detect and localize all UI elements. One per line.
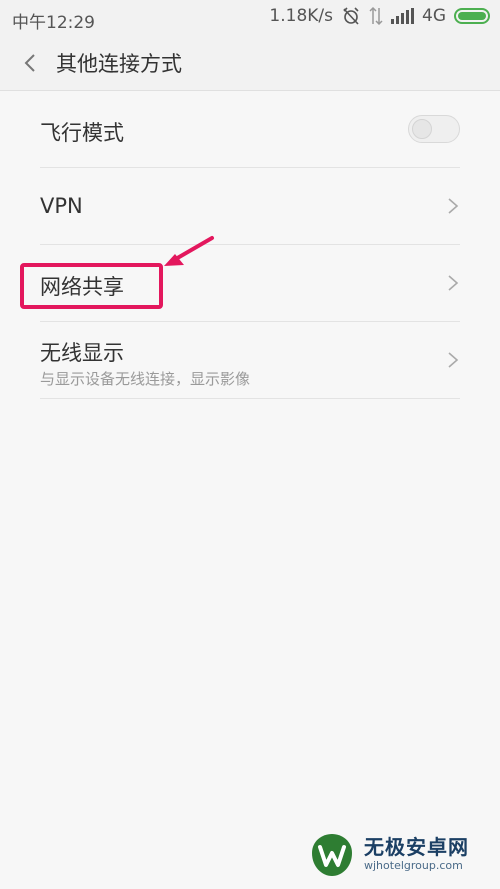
- watermark-url: wjhotelgroup.com: [364, 859, 463, 872]
- list-item-wireless-display[interactable]: 无线显示 与显示设备无线连接，显示影像: [40, 322, 460, 399]
- airplane-mode-toggle[interactable]: [408, 115, 460, 143]
- chevron-right-icon: [448, 198, 459, 214]
- alarm-off-icon: [343, 7, 359, 25]
- list-item-airplane-mode[interactable]: 飞行模式: [40, 91, 460, 168]
- page-title: 其他连接方式: [56, 52, 182, 76]
- list-item-vpn[interactable]: VPN: [40, 168, 460, 245]
- data-arrows-icon: [369, 6, 383, 26]
- watermark-brand: 无极安卓网: [364, 835, 469, 859]
- settings-list: 飞行模式 VPN 网络共享 无线显示 与显示设备无线连接，显示影像: [40, 91, 460, 399]
- chevron-left-icon[interactable]: [18, 50, 44, 76]
- item-subtitle: 与显示设备无线连接，显示影像: [40, 370, 251, 388]
- item-label: 飞行模式: [40, 121, 124, 145]
- battery-icon: [454, 8, 490, 24]
- network-speed: 1.18K/s: [269, 6, 333, 26]
- item-label: VPN: [40, 194, 83, 218]
- brand-logo-icon: [312, 834, 352, 876]
- highlight-box: [20, 263, 163, 309]
- item-label: 无线显示: [40, 341, 124, 365]
- top-bar: 其他连接方式: [0, 36, 500, 91]
- status-bar: 中午12:29 1.18K/s 4G: [0, 0, 500, 36]
- status-time: 中午12:29: [12, 13, 95, 33]
- chevron-right-icon: [448, 352, 459, 368]
- chevron-right-icon: [448, 275, 459, 291]
- network-type: 4G: [422, 6, 446, 26]
- toggle-knob: [412, 119, 432, 139]
- pointer-arrow-icon: [164, 236, 214, 266]
- watermark: 无极安卓网 wjhotelgroup.com: [308, 829, 488, 881]
- signal-icon: [391, 8, 414, 24]
- status-icons: 1.18K/s 4G: [269, 6, 490, 26]
